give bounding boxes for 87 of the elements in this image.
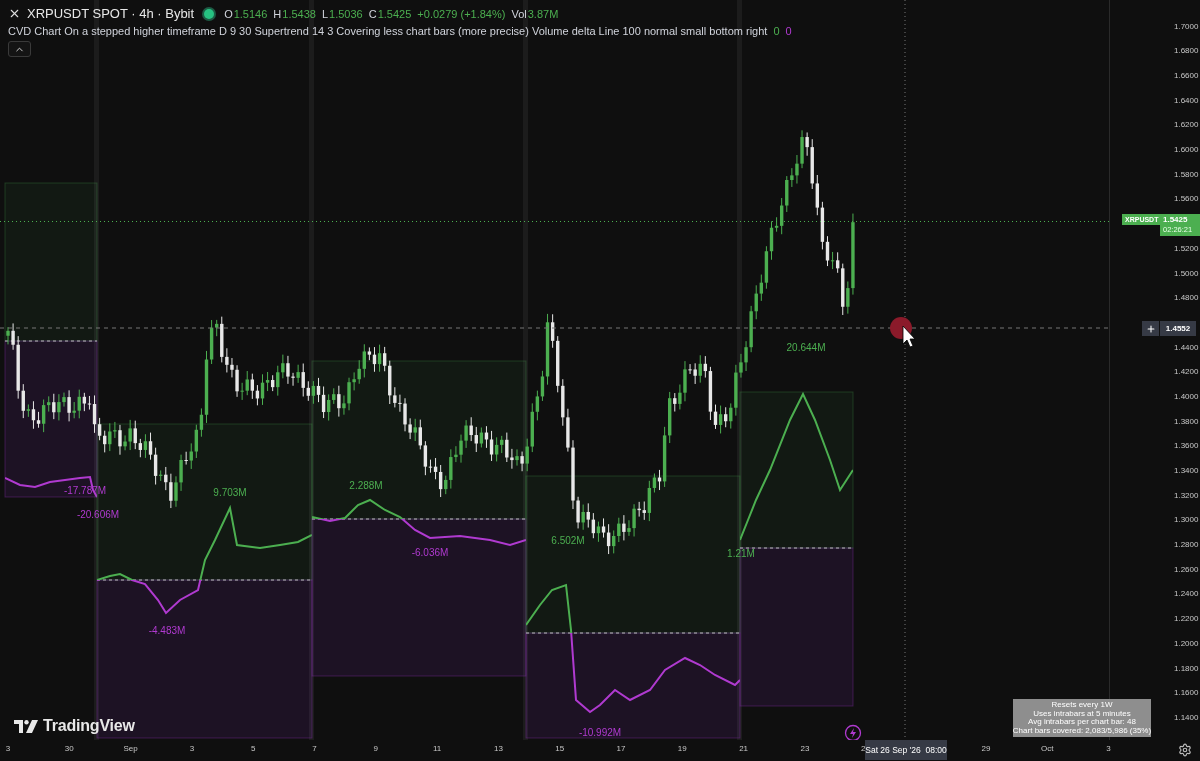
time-tick: 3 <box>1106 744 1111 753</box>
price-tick: 1.4000 <box>1174 390 1199 403</box>
ohlc-value: 1.5146 <box>233 7 268 20</box>
price-tick: 1.2800 <box>1174 539 1199 552</box>
time-tick: 9 <box>373 744 378 753</box>
symbol-title: XRPUSDT SPOT · 4h · Bybit <box>27 6 195 21</box>
ohlc-label: C <box>368 7 377 20</box>
time-tick: 7 <box>312 744 317 753</box>
ohlc-label: O <box>224 7 233 20</box>
price-tick: 1.3000 <box>1174 514 1199 527</box>
delta-value-label: 1.21M <box>727 547 755 559</box>
price-tick: 1.2000 <box>1174 637 1199 650</box>
price-tick: 1.1800 <box>1174 662 1199 675</box>
ohlc-value: 1.5438 <box>282 7 316 20</box>
crosshair-price: 1.4552 <box>1160 321 1196 336</box>
time-tick: Oct <box>1041 744 1054 753</box>
info-line: Resets every 1W <box>1051 701 1113 709</box>
delta-value-label: 20.644M <box>786 341 826 353</box>
time-tick: 30 <box>64 744 74 753</box>
delta-value-label: 6.502M <box>551 534 585 546</box>
last-price: 1.5425 <box>1163 215 1189 225</box>
pointer-icon <box>890 317 916 348</box>
volume-value: 3.87M <box>527 7 559 20</box>
price-tick: 1.5600 <box>1174 193 1199 206</box>
time-tick: 17 <box>616 744 626 753</box>
delta-value-label: -6.036M <box>411 546 449 558</box>
price-tick: 1.7000 <box>1174 20 1199 33</box>
info-line: Avg intrabars per chart bar: 48 <box>1028 718 1136 726</box>
price-tick: 1.6000 <box>1174 144 1199 157</box>
collapse-button[interactable] <box>8 41 31 57</box>
time-tick: 21 <box>739 744 749 753</box>
crosshair-time: Sat 26 Sep '26 08:00 <box>865 740 947 760</box>
price-tick: 1.3800 <box>1174 415 1199 428</box>
indicator-value: 0 <box>773 25 780 37</box>
gear-icon <box>1178 743 1192 757</box>
delta-value-label: 9.703M <box>213 486 247 498</box>
time-tick: 19 <box>677 744 687 753</box>
ohlc-label: H <box>273 7 282 20</box>
time-tick: 2 <box>860 744 866 753</box>
price-tick: 1.6400 <box>1174 94 1199 107</box>
price-tick: 1.2400 <box>1174 588 1199 601</box>
ohlc-value: 1.5425 <box>377 7 412 20</box>
time-tick: 3 <box>189 744 195 753</box>
delta-value-label: 2.288M <box>349 479 383 491</box>
indicator-value: 0 <box>785 25 792 37</box>
price-tick: 1.5800 <box>1174 168 1199 181</box>
time-tick: 15 <box>555 744 565 753</box>
status-dot-icon <box>204 8 215 19</box>
price-tick: 1.3600 <box>1174 440 1199 453</box>
price-tick: 1.6600 <box>1174 70 1199 82</box>
time-tick: 3 <box>5 744 11 753</box>
price-tick: 1.3200 <box>1174 489 1199 502</box>
price-tick: 1.4400 <box>1174 341 1199 354</box>
delta-value-label: -10.992M <box>578 726 622 738</box>
close-icon[interactable] <box>8 7 21 20</box>
time-tick: 5 <box>250 744 256 753</box>
lightning-icon[interactable] <box>844 724 862 740</box>
price-tick: 1.6800 <box>1174 45 1199 58</box>
price-tick: 1.5000 <box>1174 267 1199 280</box>
price-tick: 1.3400 <box>1174 465 1199 477</box>
delta-value-label: -20.606M <box>76 508 120 520</box>
price-tick: 1.6200 <box>1174 119 1199 132</box>
time-tick: Sep <box>123 744 138 753</box>
price-tick: 1.1400 <box>1174 711 1199 724</box>
info-line: Uses intrabars at 5 minutes <box>1033 709 1131 718</box>
time-tick: 13 <box>493 744 503 753</box>
price-tick: 1.2200 <box>1174 613 1199 626</box>
ohlc-value: 1.5036 <box>329 7 363 20</box>
add-alert-button[interactable] <box>1142 321 1159 336</box>
price-tick: 1.5200 <box>1174 242 1199 255</box>
time-tick: 29 <box>981 744 991 753</box>
price-tick: 1.4800 <box>1174 292 1199 305</box>
price-change: +0.0279 (+1.84%) <box>417 7 506 20</box>
brand-name: TradingView <box>43 717 135 735</box>
plus-icon <box>1145 323 1156 334</box>
indicator-settings: CVD Chart On a stepped higher timeframe D 9 30 Supertrend 14 3 Covering less chart bars (more precise) Volume delta Line 100 normal small bottom right <box>8 25 768 37</box>
info-line: Chart bars covered: 2,083/5,986 (35%) <box>1012 726 1152 735</box>
price-tick: 1.4200 <box>1174 366 1199 379</box>
price-tick: 1.1600 <box>1174 687 1199 700</box>
settings-button[interactable] <box>1177 742 1193 758</box>
ohlc-label: L <box>321 7 329 20</box>
logo-icon <box>14 719 38 733</box>
time-tick: 23 <box>800 744 810 753</box>
volume-label: Vol <box>511 7 527 20</box>
price-tick: 1.2600 <box>1174 563 1199 576</box>
time-tick: 11 <box>432 744 442 753</box>
delta-value-label: -4.483M <box>148 624 186 636</box>
